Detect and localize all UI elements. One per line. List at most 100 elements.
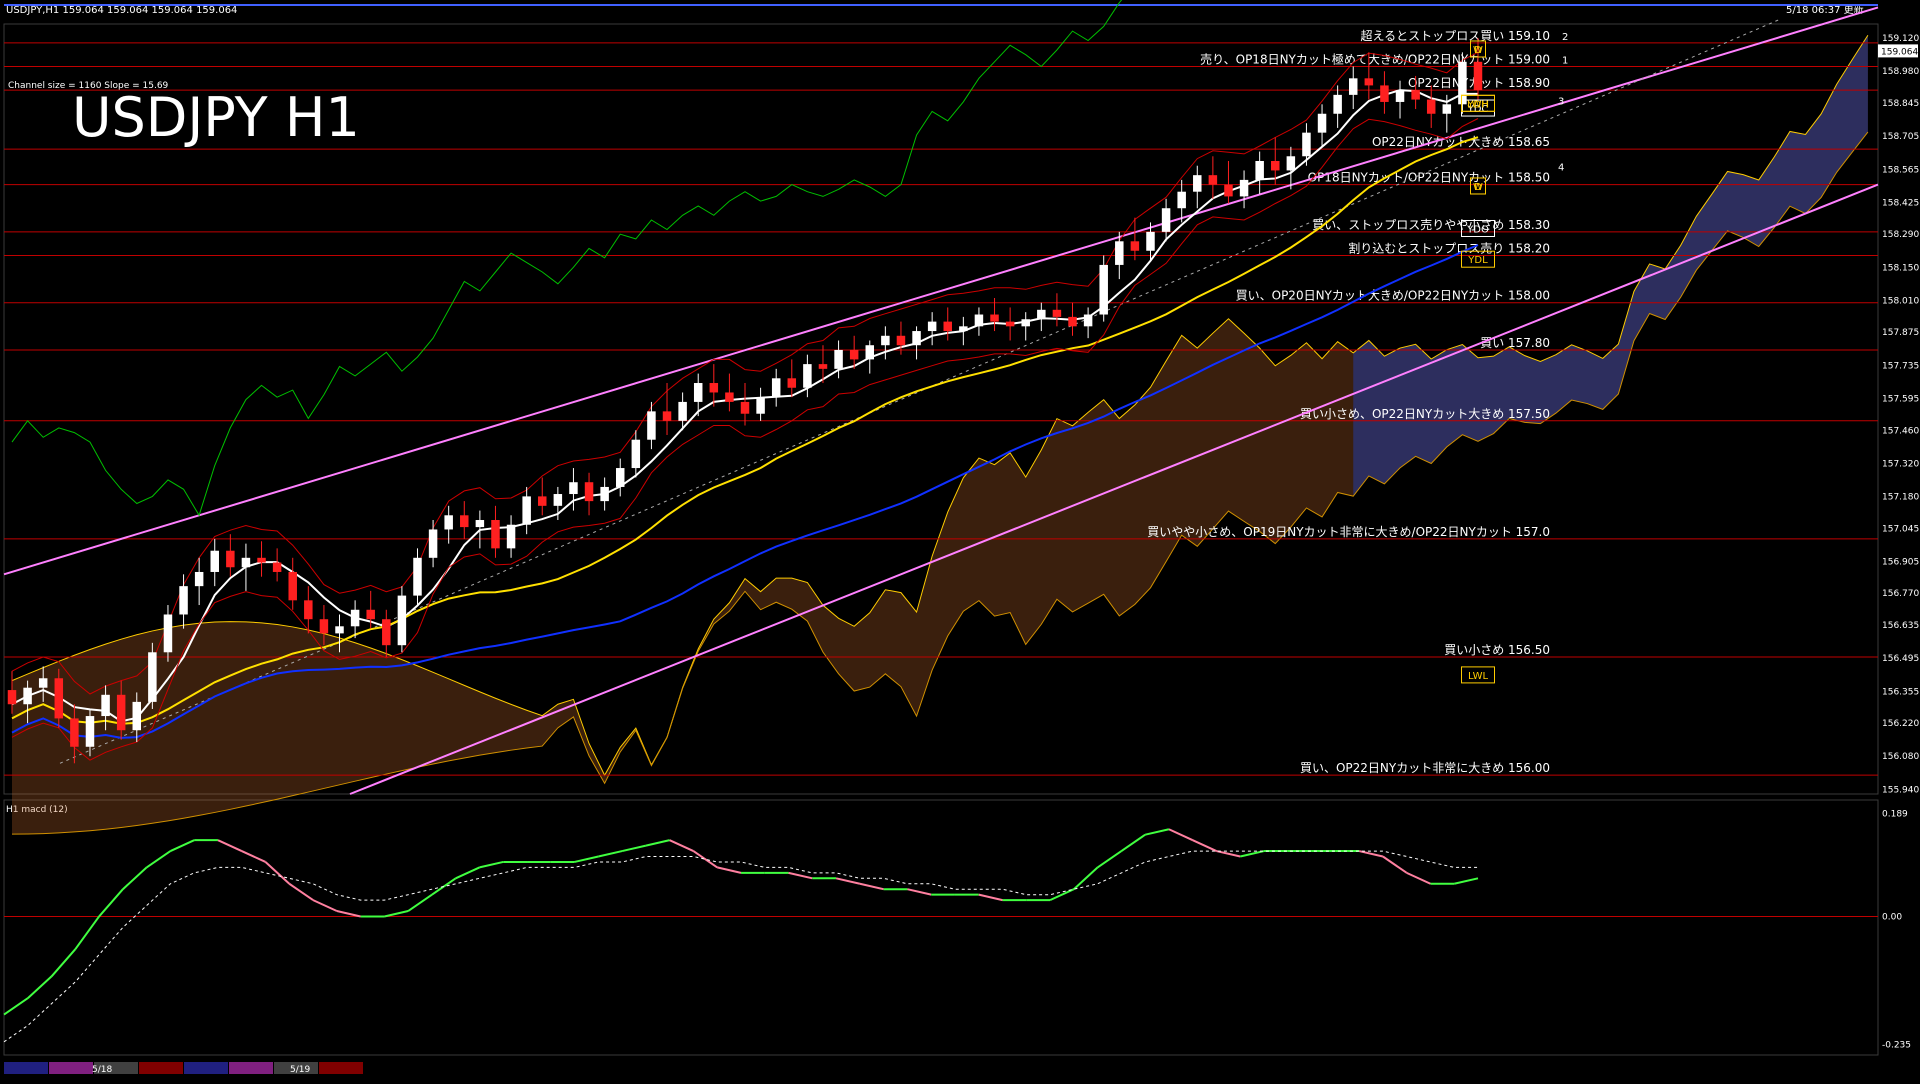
macd-main-segment: [1240, 850, 1265, 858]
macd-main-segment: [692, 850, 718, 869]
macd-main-segment: [384, 910, 409, 918]
level-label: 買い、ストップロス売りやや小さめ 158.30: [1312, 217, 1550, 232]
candle-body: [756, 397, 765, 414]
candle-body: [1411, 90, 1420, 100]
price-tick-label: 158.290: [1882, 230, 1919, 240]
channel-lower-line: [349, 183, 1879, 795]
window-header: USDJPY,H1 159.064 159.064 159.064 159.06…: [6, 5, 237, 16]
candle-body: [491, 520, 500, 549]
macd-pane-frame: [3, 799, 1879, 1056]
candle-body: [194, 571, 204, 587]
macd-main-segment: [217, 839, 243, 852]
candle-body: [709, 383, 719, 393]
candle-body: [740, 401, 750, 414]
macd-main-segment: [336, 910, 361, 918]
macd-main-segment: [312, 899, 338, 912]
macd-main-segment: [146, 850, 171, 869]
candle-body: [1177, 191, 1186, 209]
price-tick-label: 157.875: [1882, 328, 1919, 338]
macd-main-segment: [241, 850, 266, 863]
candle-body: [460, 515, 469, 528]
price-tick-label: 158.565: [1882, 165, 1919, 175]
date-label: 5/18: [92, 1065, 112, 1075]
macd-main-segment: [1454, 877, 1479, 885]
period-swatch: [4, 1062, 48, 1074]
macd-main-segment: [74, 915, 100, 950]
price-tick-label: 158.980: [1882, 67, 1919, 77]
candle-body: [881, 335, 890, 346]
price-tick-label: 156.495: [1882, 654, 1919, 664]
price-axis: 159.120 158.980 158.845 158.705 158.565 158.4…: [1878, 34, 1919, 795]
macd-main-segment: [170, 839, 195, 852]
macd-main-segment: [978, 893, 1003, 902]
candle-body: [990, 314, 999, 322]
macd-main-segment: [717, 866, 742, 874]
candle-body: [1115, 241, 1124, 265]
macd-main-segment: [288, 882, 314, 901]
period-swatch: [184, 1062, 228, 1074]
marker-label: D: [1474, 182, 1482, 193]
period-swatch: [49, 1062, 93, 1074]
candle-body: [865, 345, 875, 360]
macd-main-segment: [1073, 866, 1099, 890]
macd-main-segment: [859, 882, 884, 891]
candle-body: [1395, 90, 1405, 102]
current-price-label: 159.064: [1881, 47, 1918, 57]
price-chart[interactable]: USDJPY,H1 159.064 159.064 159.064 159.06…: [0, 0, 1920, 1080]
candle-body: [662, 411, 672, 421]
candle-body: [615, 468, 625, 487]
level-marker: 2: [1562, 32, 1568, 43]
level-label: 買い、OP20日NYカット大きめ/OP22日NYカット 158.00: [1236, 289, 1550, 303]
price-tick-label: 156.355: [1882, 687, 1919, 697]
macd-main-segment: [3, 997, 29, 1016]
price-tick-label: 157.045: [1882, 524, 1919, 534]
macd-tick-label: 0.189: [1882, 809, 1908, 819]
candle-body: [1458, 61, 1467, 105]
price-tick-label: 158.150: [1882, 263, 1919, 273]
macd-main-segment: [1216, 850, 1241, 858]
candle-body: [116, 694, 126, 731]
candle-body: [1224, 184, 1233, 197]
macd-main-segment: [98, 888, 124, 918]
macd-main-segment: [264, 861, 290, 885]
candle-body: [241, 557, 251, 568]
candle-body: [553, 494, 563, 506]
price-tick-label: 155.940: [1882, 785, 1919, 795]
candle-body: [600, 486, 609, 502]
price-tick-label: 157.460: [1882, 426, 1919, 436]
candle-body: [1473, 61, 1483, 91]
macd-main-segment: [907, 888, 932, 896]
candle-body: [1317, 113, 1327, 133]
macd-tick-label: -0.235: [1882, 1041, 1911, 1051]
candle-body: [475, 520, 485, 528]
candle-body: [1442, 104, 1452, 114]
candle-body: [927, 321, 937, 332]
price-tick-label: 157.320: [1882, 459, 1919, 469]
level-label: OP18日NYカット/OP22日NYカット 158.50: [1308, 171, 1550, 185]
marker-label: YDL: [1467, 255, 1488, 266]
candle-body: [849, 349, 859, 360]
candle-body: [54, 678, 64, 719]
candle-body: [132, 701, 142, 731]
candle-body: [319, 619, 329, 634]
candle-body: [522, 496, 531, 525]
price-tick-label: 156.770: [1882, 589, 1919, 599]
level-label: 買い小さめ 156.50: [1444, 643, 1550, 657]
candle-body: [912, 331, 921, 346]
candle-body: [70, 718, 79, 747]
chart-root[interactable]: USDJPY,H1 159.064 159.064 159.064 159.06…: [0, 0, 1920, 1080]
candle-body: [647, 411, 656, 440]
price-tick-label: 156.905: [1882, 557, 1919, 567]
marker-label: LWL: [1468, 671, 1489, 682]
candle-body: [7, 690, 17, 705]
level-marker: 1: [1562, 56, 1568, 67]
candle-body: [257, 557, 266, 563]
price-tick-label: 158.705: [1882, 132, 1919, 142]
candle-body: [896, 335, 906, 346]
candle-body: [101, 694, 110, 717]
macd-main-segment: [835, 877, 861, 885]
candle-body: [538, 496, 547, 506]
price-tick-label: 158.845: [1882, 99, 1919, 109]
macd-pane: 0.189 0.00 -0.235: [3, 809, 1911, 1051]
candle-body: [288, 571, 297, 601]
